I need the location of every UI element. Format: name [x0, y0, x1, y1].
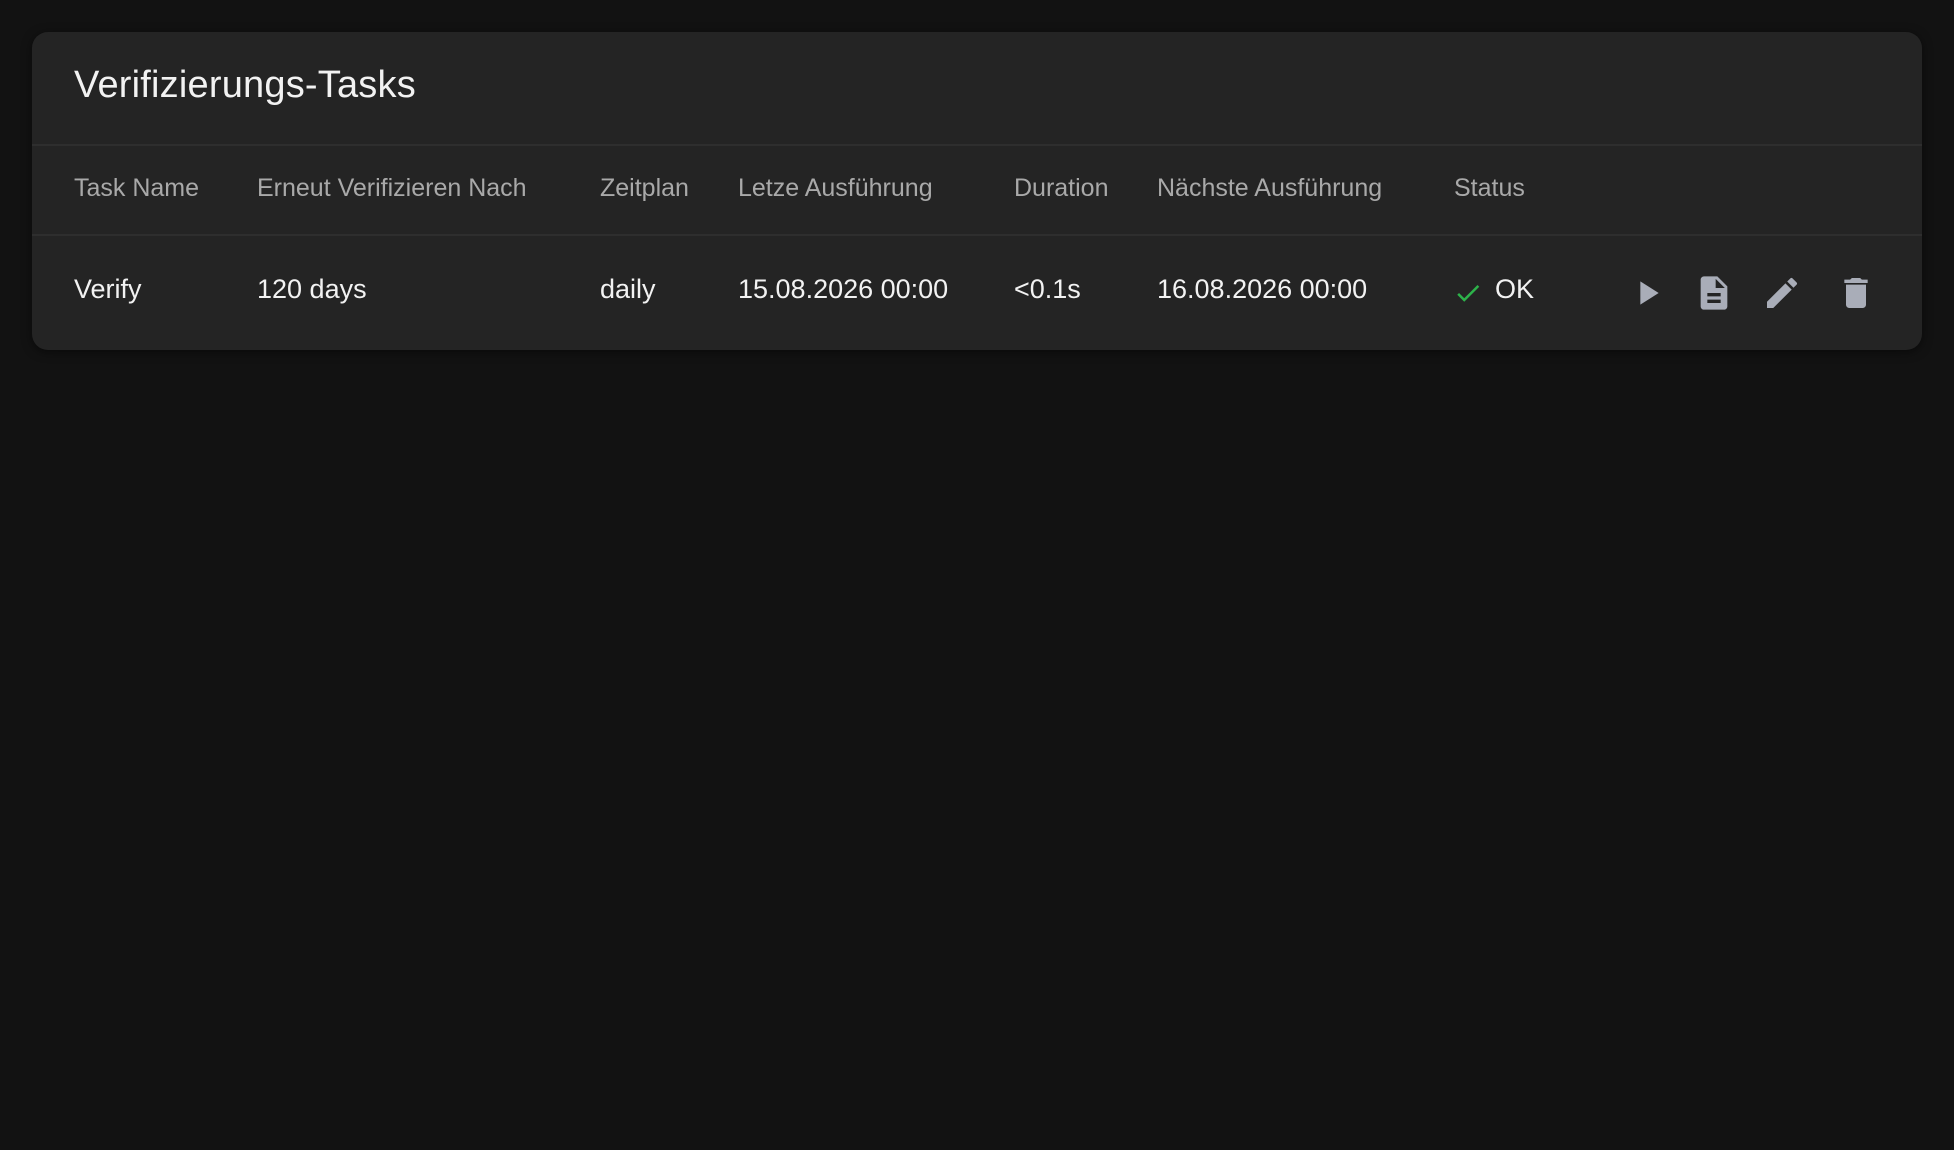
- column-header-task-name[interactable]: Task Name: [74, 174, 199, 203]
- document-icon: [1694, 273, 1734, 313]
- cell-duration: <0.1s: [1014, 274, 1081, 304]
- title-divider: [32, 144, 1922, 146]
- cell-reverify-after: 120 days: [257, 274, 367, 304]
- pencil-icon: [1762, 273, 1802, 313]
- column-header-schedule[interactable]: Zeitplan: [600, 174, 689, 203]
- cell-schedule: daily: [600, 274, 656, 304]
- run-button[interactable]: [1624, 270, 1670, 316]
- card-title: Verifizierungs-Tasks: [74, 64, 416, 106]
- edit-button[interactable]: [1759, 270, 1805, 316]
- column-header-next-run[interactable]: Nächste Ausführung: [1157, 174, 1382, 203]
- cell-status: OK: [1495, 274, 1535, 304]
- column-header-status[interactable]: Status: [1454, 174, 1525, 203]
- cell-task-name: Verify: [74, 274, 142, 304]
- check-icon: [1453, 278, 1483, 308]
- header-divider: [32, 234, 1922, 236]
- play-icon: [1627, 273, 1667, 313]
- column-header-last-run[interactable]: Letze Ausführung: [738, 174, 933, 203]
- column-header-reverify-after[interactable]: Erneut Verifizieren Nach: [257, 174, 527, 203]
- cell-next-run: 16.08.2026 00:00: [1157, 274, 1368, 304]
- cell-last-run: 15.08.2026 00:00: [738, 274, 949, 304]
- column-header-duration[interactable]: Duration: [1014, 174, 1109, 203]
- show-log-button[interactable]: [1691, 270, 1737, 316]
- trash-icon: [1836, 273, 1876, 313]
- verification-tasks-card: Verifizierungs-Tasks Task Name Erneut Ve…: [32, 32, 1922, 350]
- delete-button[interactable]: [1833, 270, 1879, 316]
